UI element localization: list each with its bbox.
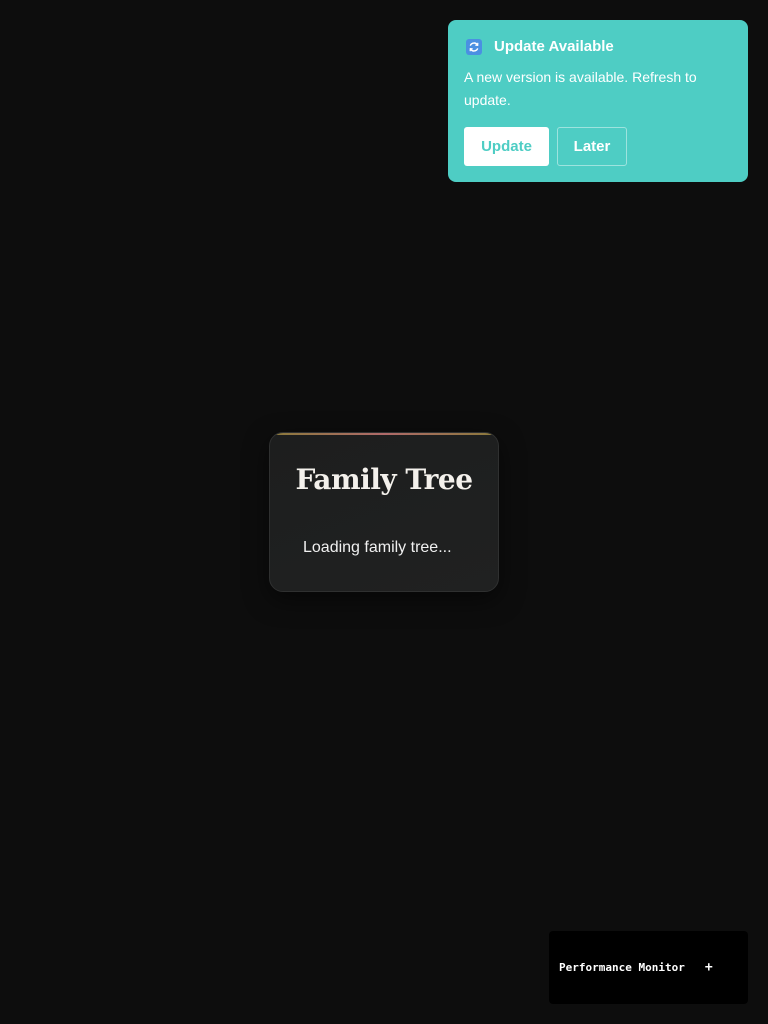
performance-monitor-label: Performance Monitor — [559, 961, 685, 974]
performance-monitor: Performance Monitor + — [549, 931, 748, 1004]
card-accent-bar — [270, 433, 498, 435]
loading-card: Family Tree Loading family tree... — [269, 432, 499, 592]
toast-header: Update Available — [464, 36, 732, 58]
app-root: Update Available A new version is availa… — [0, 0, 768, 1024]
toast-title: Update Available — [494, 38, 614, 55]
update-button[interactable]: Update — [464, 127, 549, 166]
toast-message: A new version is available. Refresh to u… — [464, 69, 697, 108]
later-button[interactable]: Later — [557, 127, 627, 166]
app-title: Family Tree — [295, 463, 473, 496]
expand-toggle-button[interactable]: + — [705, 960, 713, 975]
update-toast: Update Available A new version is availa… — [448, 20, 748, 182]
toast-actions: Update Later — [464, 127, 732, 166]
refresh-icon — [466, 39, 482, 55]
loading-status: Loading family tree... — [303, 539, 452, 556]
